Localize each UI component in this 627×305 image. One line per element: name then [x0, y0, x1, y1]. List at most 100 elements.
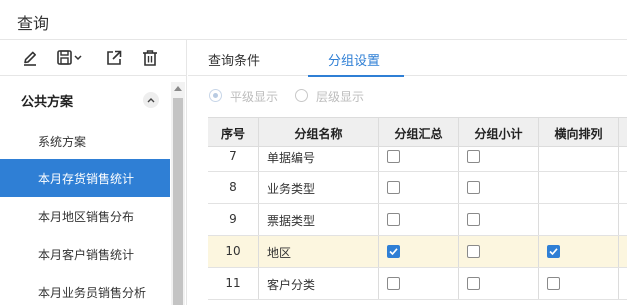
- scrollbar-thumb[interactable]: [173, 98, 183, 305]
- group-name: 地区: [267, 246, 292, 260]
- group-subtotal-cell: [459, 204, 539, 235]
- group-summary-cell: [379, 268, 459, 299]
- group-summary-checkbox[interactable]: [387, 277, 400, 290]
- scheme-item[interactable]: 本月地区销售分布: [0, 197, 170, 235]
- group-name-cell: 业务类型: [259, 172, 379, 203]
- table-row[interactable]: 7 单据编号: [208, 147, 627, 172]
- row-number-cell: 7: [208, 147, 259, 171]
- radio-dot: [209, 89, 222, 102]
- group-subtotal-checkbox[interactable]: [467, 245, 480, 258]
- collapse-button[interactable]: [143, 92, 159, 108]
- row-number: 7: [229, 149, 237, 163]
- dialog-title: 查询: [17, 14, 50, 33]
- extra-cell: [619, 268, 627, 299]
- group-subtotal-checkbox[interactable]: [467, 213, 480, 226]
- radio-dot: [295, 89, 308, 102]
- chevron-up-icon: [147, 98, 155, 103]
- horizontal-layout-cell: [539, 268, 619, 299]
- public-scheme-section[interactable]: 公共方案: [0, 76, 170, 122]
- group-summary-cell: [379, 204, 459, 235]
- row-number-cell: 11: [208, 268, 259, 299]
- row-number: 11: [225, 276, 241, 290]
- horizontal-layout-checkbox[interactable]: [547, 245, 560, 258]
- table-row[interactable]: 9 票据类型: [208, 204, 627, 236]
- group-summary-cell: [379, 236, 459, 267]
- group-summary-cell: [379, 172, 459, 203]
- group-subtotal-checkbox[interactable]: [467, 277, 480, 290]
- radio-label: 层级显示: [316, 90, 365, 104]
- group-summary-checkbox[interactable]: [387, 213, 400, 226]
- group-settings-grid: 序号 分组名称 分组汇总 分组小计 横向排列 7 单据编号 8 业务类型 9 票据类型 10…: [208, 117, 627, 305]
- column-header[interactable]: 分组汇总: [379, 118, 459, 146]
- scroll-up-icon[interactable]: [174, 85, 182, 91]
- group-subtotal-cell: [459, 147, 539, 171]
- group-summary-checkbox[interactable]: [387, 181, 400, 194]
- active-tab-indicator: [308, 75, 404, 77]
- group-subtotal-checkbox[interactable]: [467, 150, 480, 163]
- group-subtotal-checkbox[interactable]: [467, 181, 480, 194]
- table-row[interactable]: 8 业务类型: [208, 172, 627, 204]
- radio-label: 平级显示: [230, 90, 279, 104]
- group-name-cell: 客户分类: [259, 268, 379, 299]
- extra-cell: [619, 147, 627, 171]
- horizontal-layout-cell: [539, 172, 619, 203]
- scheme-item-label: 本月地区销售分布: [38, 210, 135, 224]
- check-icon: [549, 248, 558, 256]
- extra-cell: [619, 236, 627, 267]
- horizontal-layout-cell: [539, 147, 619, 171]
- export-icon: [107, 50, 122, 65]
- column-header[interactable]: 分组名称: [259, 118, 379, 146]
- edit-button[interactable]: [20, 48, 40, 68]
- row-number: 9: [229, 212, 237, 226]
- group-name-cell: 票据类型: [259, 204, 379, 235]
- scheme-item[interactable]: 本月客户销售统计: [0, 235, 170, 273]
- scheme-item-label: 系统方案: [38, 135, 87, 149]
- column-header[interactable]: 横向排列: [539, 118, 619, 146]
- scheme-item-label: 本月存货销售统计: [38, 172, 135, 186]
- column-header[interactable]: 分组小计: [459, 118, 539, 146]
- save-icon: [57, 50, 82, 65]
- extra-cell: [619, 172, 627, 203]
- scheme-panel: 公共方案 系统方案 本月存货销售统计 本月地区销售分布 本月客户销售统计 本月业…: [0, 40, 187, 305]
- group-name-cell: 单据编号: [259, 147, 379, 171]
- scheme-item[interactable]: 系统方案: [0, 122, 170, 160]
- group-summary-checkbox[interactable]: [387, 150, 400, 163]
- group-name-cell: 地区: [259, 236, 379, 267]
- grid-header: 序号 分组名称 分组汇总 分组小计 横向排列: [208, 117, 627, 147]
- save-button[interactable]: [55, 48, 85, 68]
- row-number-cell: 10: [208, 236, 259, 267]
- group-name: 单据编号: [267, 151, 316, 165]
- row-number-cell: 8: [208, 172, 259, 203]
- horizontal-layout-cell: [539, 236, 619, 267]
- tab-label: 查询条件: [208, 54, 261, 69]
- group-subtotal-cell: [459, 236, 539, 267]
- horizontal-layout-checkbox[interactable]: [547, 277, 560, 290]
- group-name: 客户分类: [267, 278, 316, 292]
- table-row[interactable]: 10 地区: [208, 236, 627, 268]
- row-number: 8: [229, 180, 237, 194]
- delete-button[interactable]: [140, 48, 160, 68]
- group-summary-cell: [379, 147, 459, 171]
- row-number: 10: [225, 244, 241, 258]
- tab-bar: 查询条件 分组设置: [188, 40, 627, 77]
- extra-cell: [619, 204, 627, 235]
- horizontal-layout-cell: [539, 204, 619, 235]
- scheme-item[interactable]: 本月业务员销售分析: [0, 273, 170, 305]
- scheme-scrollbar[interactable]: [171, 82, 185, 305]
- tab-group-settings[interactable]: 分组设置: [308, 40, 404, 77]
- scheme-item-label: 本月客户销售统计: [38, 248, 135, 262]
- section-title: 公共方案: [21, 95, 74, 110]
- check-icon: [389, 248, 398, 256]
- group-subtotal-cell: [459, 268, 539, 299]
- group-summary-checkbox[interactable]: [387, 245, 400, 258]
- table-row[interactable]: 11 客户分类: [208, 268, 627, 300]
- column-header[interactable]: 序号: [208, 118, 259, 146]
- row-number-cell: 9: [208, 204, 259, 235]
- delete-icon: [143, 50, 157, 66]
- tab-query-conditions[interactable]: 查询条件: [188, 40, 296, 76]
- export-button[interactable]: [104, 48, 124, 68]
- group-name: 票据类型: [267, 214, 316, 228]
- edit-icon: [24, 51, 36, 66]
- group-name: 业务类型: [267, 182, 316, 196]
- scheme-item-active[interactable]: 本月存货销售统计: [0, 159, 170, 197]
